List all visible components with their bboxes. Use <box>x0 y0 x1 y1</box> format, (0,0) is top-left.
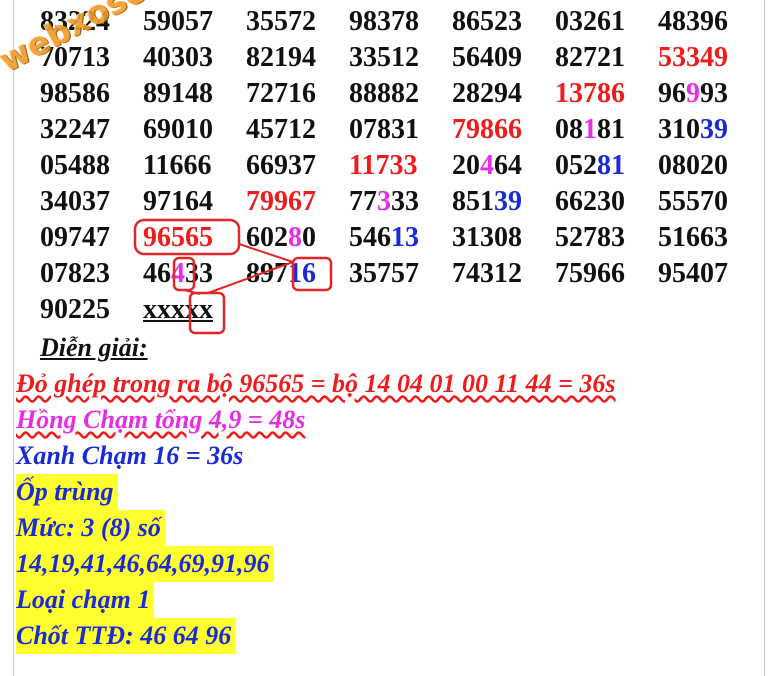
number-cell-red: 13786 <box>555 78 625 109</box>
number-cell: 52783 <box>555 222 625 253</box>
number-cell-red: 53349 <box>658 42 728 73</box>
number-cell: 51663 <box>658 222 728 253</box>
number-cell: 74312 <box>452 258 522 289</box>
number-cell: 31308 <box>452 222 522 253</box>
highlighted-digits: 1 <box>583 114 597 145</box>
number-cell: 54613 <box>349 222 419 253</box>
number-cell: 45712 <box>246 114 316 145</box>
number-cell: 31039 <box>658 114 728 145</box>
left-margin-line <box>13 0 14 676</box>
number-cell: 86523 <box>452 6 522 37</box>
number-cell: 85139 <box>452 186 522 217</box>
number-cell: 98586 <box>40 78 110 109</box>
highlighted-digits: 4 <box>480 150 494 181</box>
right-margin-line <box>764 0 765 676</box>
number-cell: 28294 <box>452 78 522 109</box>
number-cell: 66230 <box>555 186 625 217</box>
highlighted-digits: 16 <box>288 258 316 289</box>
number-cell: 46433 <box>143 258 213 289</box>
number-cell: 55570 <box>658 186 728 217</box>
number-cell: 72716 <box>246 78 316 109</box>
number-cell: 32247 <box>40 114 110 145</box>
highlighted-digits: 3 <box>377 186 391 217</box>
number-cell: 40303 <box>143 42 213 73</box>
number-cell: 05281 <box>555 150 625 181</box>
number-cell-red: 79967 <box>246 186 316 217</box>
note-pink-line: Hồng Chạm tổng 4,9 = 48s <box>16 405 306 434</box>
number-cell: 07831 <box>349 114 419 145</box>
number-cell: 03261 <box>555 6 625 37</box>
number-cell: 69010 <box>143 114 213 145</box>
highlighted-digits: 9 <box>686 78 700 109</box>
number-cell: 08181 <box>555 114 625 145</box>
explanation-heading: Diễn giải: <box>40 333 148 362</box>
number-cell: 59057 <box>143 6 213 37</box>
number-cell-red: 79866 <box>452 114 522 145</box>
number-cell: 20464 <box>452 150 522 181</box>
number-cell: 96993 <box>658 78 728 109</box>
highlighted-digits: 4 <box>171 258 185 289</box>
number-cell: 48396 <box>658 6 728 37</box>
number-cell: 82194 <box>246 42 316 73</box>
number-cell: 89148 <box>143 78 213 109</box>
number-cell: 56409 <box>452 42 522 73</box>
number-cell: 05488 <box>40 150 110 181</box>
note-highlight-line: Chốt TTĐ: 46 64 96 <box>16 618 236 654</box>
note-highlight-line: Ốp trùng <box>16 474 118 510</box>
number-cell: 77333 <box>349 186 419 217</box>
explanation-section: Diễn giải: Đỏ ghép trong ra bộ 96565 = b… <box>16 330 616 654</box>
number-cell: 11666 <box>143 150 212 181</box>
number-cell: 34037 <box>40 186 110 217</box>
number-cell: 82721 <box>555 42 625 73</box>
highlighted-digits: 8 <box>288 222 302 253</box>
number-cell: 33512 <box>349 42 419 73</box>
number-cell: 98378 <box>349 6 419 37</box>
number-cell: 97164 <box>143 186 213 217</box>
note-highlight-line: Mức: 3 (8) số <box>16 510 165 546</box>
note-red-line: Đỏ ghép trong ra bộ 96565 = bộ 14 04 01 … <box>16 369 616 398</box>
number-cell: 35757 <box>349 258 419 289</box>
number-cell: 88882 <box>349 78 419 109</box>
number-cell: 90225 <box>40 294 110 325</box>
number-cell: 75966 <box>555 258 625 289</box>
number-cell: 89716 <box>246 258 316 289</box>
note-blue-line: Xanh Chạm 16 = 36s <box>16 441 244 470</box>
number-cell: 66937 <box>246 150 316 181</box>
number-cell: 60280 <box>246 222 316 253</box>
number-cell: 08020 <box>658 150 728 181</box>
placeholder-cell: xxxxx <box>143 294 213 325</box>
note-highlight-line: 14,19,41,46,64,69,91,96 <box>16 546 274 582</box>
number-cell: 95407 <box>658 258 728 289</box>
number-cell: 07823 <box>40 258 110 289</box>
highlighted-digits: 81 <box>597 150 625 181</box>
highlighted-digits: 13 <box>391 222 419 253</box>
number-cell: 09747 <box>40 222 110 253</box>
highlighted-digits: 39 <box>700 114 728 145</box>
note-highlight-line: Loại chạm 1 <box>16 582 155 618</box>
number-cell-red-circled: 96565 <box>143 222 213 253</box>
highlighted-digits: 39 <box>494 186 522 217</box>
number-cell-red: 11733 <box>349 150 418 181</box>
number-cell: 35572 <box>246 6 316 37</box>
